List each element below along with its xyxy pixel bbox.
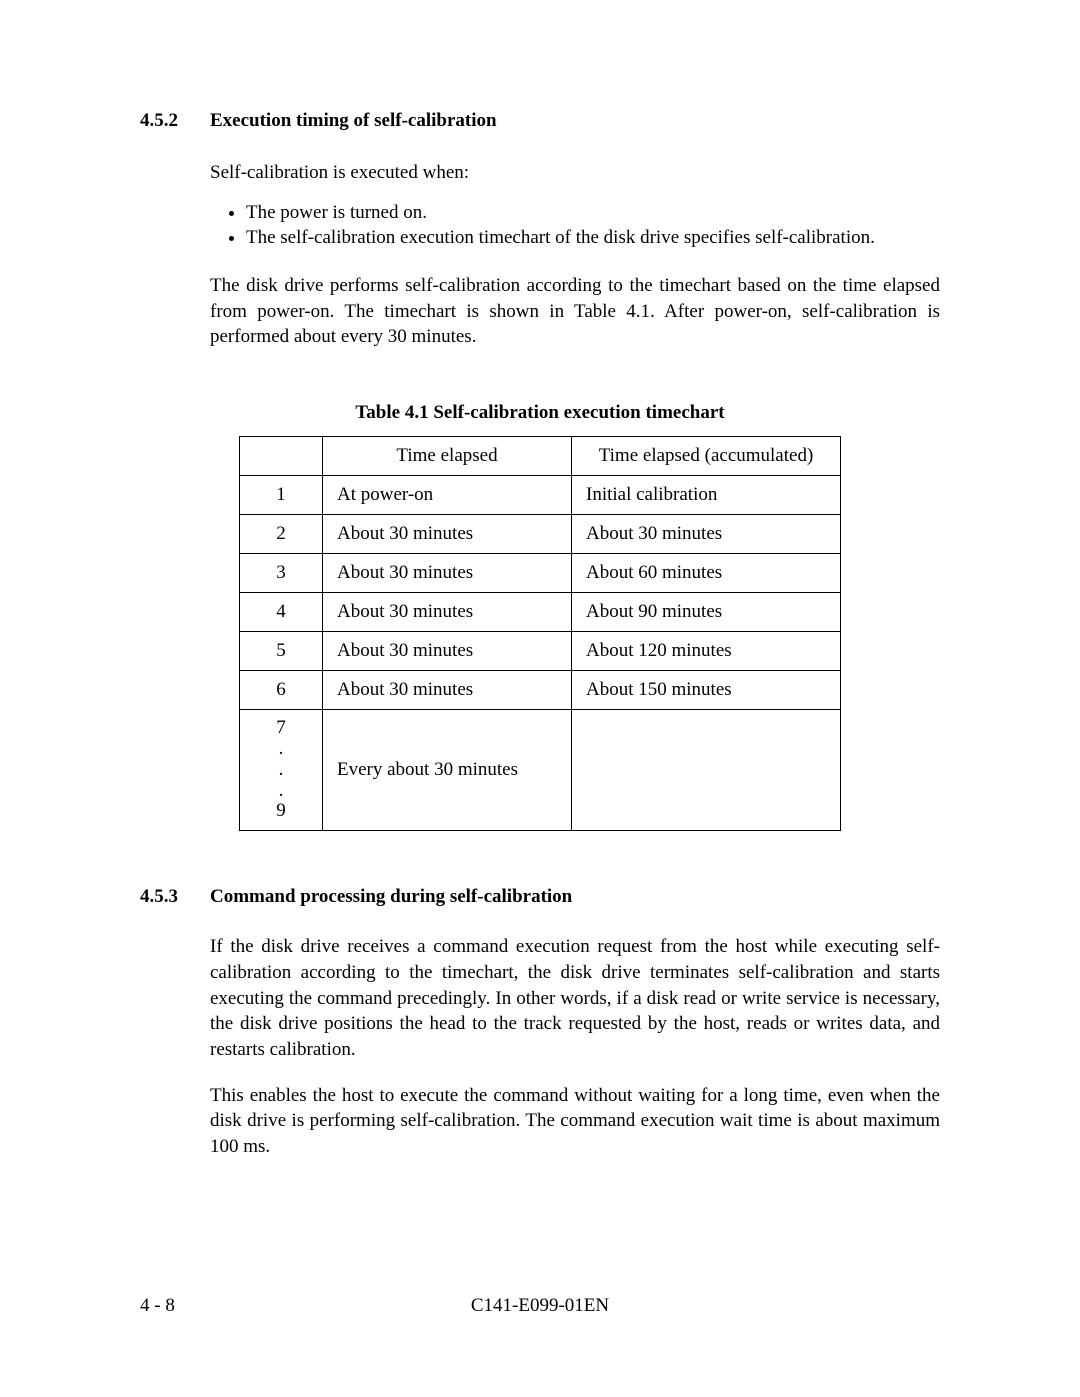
cell-acc: About 60 minutes: [572, 553, 841, 592]
section-453-p1: If the disk drive receives a command exe…: [210, 934, 940, 1062]
table-row: 2 About 30 minutes About 30 minutes: [240, 514, 841, 553]
section-453-title: Command processing during self-calibrati…: [210, 886, 572, 908]
document-page: 4.5.2 Execution timing of self-calibrati…: [0, 0, 1080, 1397]
cell-elapsed: About 30 minutes: [323, 670, 572, 709]
table-row: 3 About 30 minutes About 60 minutes: [240, 553, 841, 592]
footer-doc-id: C141-E099-01EN: [140, 1295, 940, 1317]
idx-dots: . . .: [279, 738, 284, 801]
table-row: 1 At power-on Initial calibration: [240, 475, 841, 514]
idx-top: 7: [276, 717, 286, 738]
table-row: 5 About 30 minutes About 120 minutes: [240, 631, 841, 670]
table-header-acc: Time elapsed (accumulated): [572, 436, 841, 475]
idx-bottom: 9: [276, 800, 286, 821]
section-452-intro: Self-calibration is executed when:: [210, 160, 940, 186]
footer-page-number: 4 - 8: [140, 1295, 175, 1317]
section-452-bullets: The power is turned on. The self-calibra…: [230, 200, 940, 251]
cell-elapsed: Every about 30 minutes: [323, 709, 572, 830]
cell-elapsed: About 30 minutes: [323, 553, 572, 592]
section-453-heading: 4.5.3 Command processing during self-cal…: [140, 886, 940, 908]
cell-elapsed: About 30 minutes: [323, 631, 572, 670]
cell-idx: 5: [240, 631, 323, 670]
cell-elapsed: About 30 minutes: [323, 592, 572, 631]
bullet-item: The power is turned on.: [246, 200, 940, 226]
footer-right-spacer: [935, 1295, 940, 1317]
cell-idx: 4: [240, 592, 323, 631]
section-452-number: 4.5.2: [140, 110, 210, 132]
cell-acc: Initial calibration: [572, 475, 841, 514]
cell-idx: 1: [240, 475, 323, 514]
page-footer: 4 - 8 C141-E099-01EN: [140, 1295, 940, 1317]
table-row: 6 About 30 minutes About 150 minutes: [240, 670, 841, 709]
table-row: 4 About 30 minutes About 90 minutes: [240, 592, 841, 631]
section-453-body: If the disk drive receives a command exe…: [210, 934, 940, 1159]
table-header-elapsed: Time elapsed: [323, 436, 572, 475]
bullet-item: The self-calibration execution timechart…: [246, 225, 940, 251]
section-452-title: Execution timing of self-calibration: [210, 110, 497, 132]
section-452-desc: The disk drive performs self-calibration…: [210, 273, 940, 350]
cell-idx: 2: [240, 514, 323, 553]
section-453-p2: This enables the host to execute the com…: [210, 1083, 940, 1160]
cell-acc: About 120 minutes: [572, 631, 841, 670]
cell-acc: About 90 minutes: [572, 592, 841, 631]
cell-idx: 6: [240, 670, 323, 709]
table-row-last: 7 . . . 9 Every about 30 minutes: [240, 709, 841, 830]
table-header-row: Time elapsed Time elapsed (accumulated): [240, 436, 841, 475]
cell-idx-range: 7 . . . 9: [240, 709, 323, 830]
cell-elapsed: At power-on: [323, 475, 572, 514]
cell-acc: [572, 709, 841, 830]
table-caption: Table 4.1 Self-calibration execution tim…: [140, 402, 940, 424]
section-452-heading: 4.5.2 Execution timing of self-calibrati…: [140, 110, 940, 132]
section-452-body: Self-calibration is executed when: The p…: [210, 160, 940, 350]
cell-elapsed: About 30 minutes: [323, 514, 572, 553]
cell-acc: About 30 minutes: [572, 514, 841, 553]
cell-acc: About 150 minutes: [572, 670, 841, 709]
section-453-number: 4.5.3: [140, 886, 210, 908]
table-header-idx: [240, 436, 323, 475]
timechart-table: Time elapsed Time elapsed (accumulated) …: [239, 436, 841, 831]
cell-idx: 3: [240, 553, 323, 592]
